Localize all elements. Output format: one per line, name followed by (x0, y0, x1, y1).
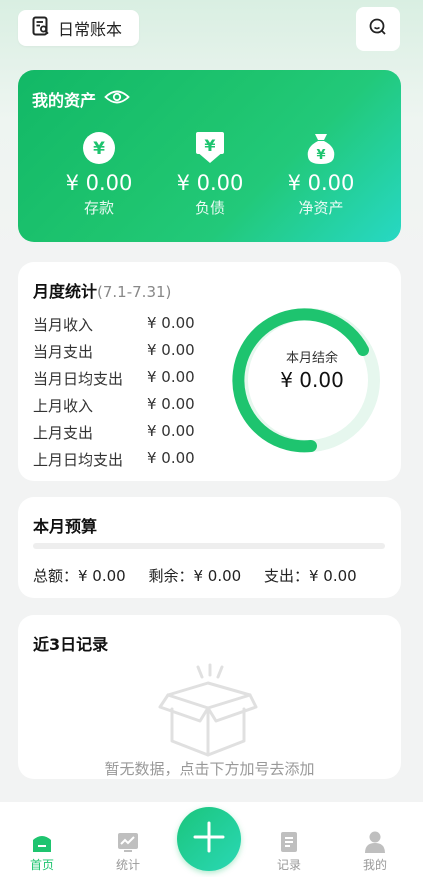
stat-value: ¥ 0.00 (147, 314, 195, 332)
recent-records-card: 近3日记录 暂无数据，点击下方加号去添加 (18, 615, 401, 779)
stat-label: 当月日均支出 (33, 370, 124, 388)
stat-value: ¥ 0.00 (147, 368, 195, 386)
tab-home[interactable]: 首页 (12, 830, 72, 873)
ring-label: 本月结余 (285, 351, 338, 366)
stat-value: ¥ 0.00 (147, 422, 195, 440)
ledger-name: 日常账本 (58, 20, 123, 39)
stat-row: 上月支出 ¥ 0.00 (33, 422, 195, 443)
assets-header: 我的资产 (32, 87, 130, 111)
profile-icon (345, 830, 405, 854)
stat-label: 上月日均支出 (33, 451, 124, 469)
budget-total: 总额：¥ 0.00 (33, 567, 126, 585)
budget-title: 本月预算 (33, 517, 98, 536)
monthly-title-text: 月度统计 (33, 282, 98, 301)
budget-card[interactable]: 本月预算 总额：¥ 0.00 剩余：¥ 0.00 支出：¥ 0.00 (18, 497, 401, 598)
assets-title: 我的资产 (32, 91, 97, 110)
stat-label: 当月支出 (33, 343, 94, 361)
stat-label: 当月收入 (33, 316, 94, 334)
top-bar: 日常账本 (0, 0, 423, 60)
yen-coin-icon: ¥ (54, 130, 144, 166)
asset-debt[interactable]: ¥ ¥ 0.00 负债 (165, 130, 255, 218)
asset-label: 净资产 (298, 199, 344, 217)
stat-row: 当月收入 ¥ 0.00 (33, 314, 195, 335)
asset-amount: ¥ 0.00 (287, 171, 355, 195)
plus-icon (192, 820, 226, 858)
budget-spent: 支出：¥ 0.00 (264, 567, 357, 585)
add-record-button[interactable] (177, 807, 241, 871)
stat-label: 上月支出 (33, 424, 94, 442)
budget-progress-bar (33, 543, 385, 549)
budget-remaining: 剩余：¥ 0.00 (148, 567, 242, 585)
tab-stats[interactable]: 统计 (98, 830, 158, 873)
assets-card: 我的资产 ¥ ¥ 0.00 存款 ¥ ¥ 0.00 负债 ¥ ¥ 0.00 净资… (18, 70, 401, 242)
recent-title: 近3日记录 (33, 635, 109, 654)
asset-label: 负债 (194, 199, 225, 217)
yen-bill-icon: ¥ (165, 130, 255, 166)
tab-label: 记录 (276, 858, 301, 872)
stat-label: 上月收入 (33, 397, 94, 415)
budget-summary: 总额：¥ 0.00 剩余：¥ 0.00 支出：¥ 0.00 (33, 565, 375, 586)
tab-records[interactable]: 记录 (259, 830, 319, 873)
svg-text:¥: ¥ (93, 139, 105, 159)
ring-value: ¥ 0.00 (280, 368, 344, 392)
eye-icon[interactable] (104, 89, 130, 109)
asset-amount: ¥ 0.00 (176, 171, 244, 195)
records-icon (259, 830, 319, 854)
asset-net[interactable]: ¥ ¥ 0.00 净资产 (276, 130, 366, 218)
stat-row: 上月收入 ¥ 0.00 (33, 395, 195, 416)
tab-label: 统计 (115, 858, 140, 872)
tab-label: 首页 (29, 858, 54, 872)
asset-label: 存款 (83, 199, 114, 217)
monthly-stats-card[interactable]: 月度统计(7.1-7.31) 当月收入 ¥ 0.00 当月支出 ¥ 0.00 当… (18, 262, 401, 481)
chart-icon (98, 830, 158, 854)
tab-label: 我的 (362, 858, 387, 872)
ledger-selector-button[interactable]: 日常账本 (18, 10, 139, 46)
monthly-stats-title: 月度统计(7.1-7.31) (33, 278, 171, 302)
empty-state-text: 暂无数据，点击下方加号去添加 (104, 760, 315, 778)
money-bag-icon: ¥ (276, 130, 366, 166)
stat-value: ¥ 0.00 (147, 395, 195, 413)
tab-profile[interactable]: 我的 (345, 830, 405, 873)
home-icon (12, 830, 72, 854)
stat-value: ¥ 0.00 (147, 449, 195, 467)
asset-deposit[interactable]: ¥ ¥ 0.00 存款 (54, 130, 144, 218)
svg-text:¥: ¥ (204, 136, 215, 155)
asset-amount: ¥ 0.00 (65, 171, 133, 195)
stat-row: 当月支出 ¥ 0.00 (33, 341, 195, 362)
search-icon (368, 17, 388, 41)
ledger-search-icon (32, 16, 50, 40)
stat-row: 当月日均支出 ¥ 0.00 (33, 368, 195, 389)
empty-box-icon (158, 663, 258, 757)
stat-value: ¥ 0.00 (147, 341, 195, 359)
stat-row: 上月日均支出 ¥ 0.00 (33, 449, 195, 470)
svg-text:¥: ¥ (316, 148, 325, 163)
search-button[interactable] (356, 7, 400, 51)
monthly-date-range: (7.1-7.31) (97, 283, 172, 301)
